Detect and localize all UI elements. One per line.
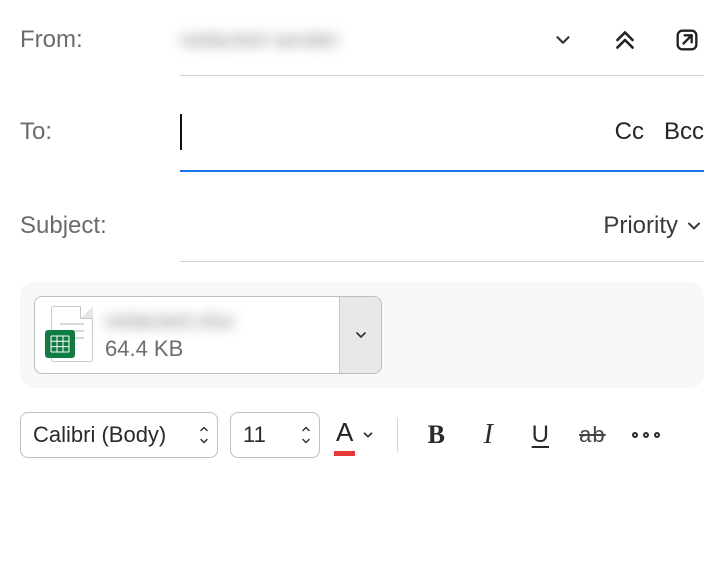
to-row: To: Cc Bcc: [0, 92, 724, 172]
attachment-chip[interactable]: redacted.xlsx 64.4 KB: [34, 296, 382, 374]
divider: [397, 418, 398, 452]
priority-label: Priority: [603, 212, 678, 240]
chevron-up-icon[interactable]: [197, 423, 211, 435]
cc-button[interactable]: Cc: [615, 118, 644, 146]
divider: [180, 170, 704, 172]
bcc-button[interactable]: Bcc: [664, 118, 704, 146]
chevron-down-icon[interactable]: [197, 435, 211, 447]
attachment-main[interactable]: redacted.xlsx 64.4 KB: [35, 297, 339, 373]
attachment-menu-button[interactable]: [339, 297, 381, 373]
dot-icon: [643, 432, 649, 438]
chevron-down-icon[interactable]: [361, 428, 375, 442]
italic-button[interactable]: I: [468, 415, 508, 455]
double-chevron-up-icon: [612, 27, 638, 53]
chevron-down-icon: [552, 29, 574, 51]
from-value: redacted sender: [180, 27, 546, 53]
from-label: From:: [20, 26, 180, 54]
formatting-toolbar: Calibri (Body) 11 A B I U ab: [0, 388, 724, 458]
attachment-size: 64.4 KB: [105, 336, 325, 362]
subject-field[interactable]: Priority: [180, 190, 704, 262]
to-label: To:: [20, 118, 180, 146]
more-formatting-button[interactable]: [624, 424, 668, 446]
underline-button[interactable]: U: [520, 415, 560, 455]
chevron-down-icon: [353, 327, 369, 343]
strikethrough-button[interactable]: ab: [572, 415, 612, 455]
chevron-down-icon[interactable]: [299, 435, 313, 447]
from-row: From: redacted sender: [0, 4, 724, 76]
to-field[interactable]: Cc Bcc: [180, 92, 704, 172]
from-dropdown[interactable]: [546, 23, 580, 57]
attachments-area: redacted.xlsx 64.4 KB: [20, 282, 704, 388]
subject-label: Subject:: [20, 212, 180, 240]
chevron-up-icon[interactable]: [299, 423, 313, 435]
text-cursor: [180, 114, 182, 150]
divider: [180, 75, 704, 76]
priority-dropdown[interactable]: Priority: [603, 212, 704, 240]
excel-file-icon: [45, 306, 93, 364]
font-size-select[interactable]: 11: [230, 412, 320, 458]
font-size-value: 11: [243, 422, 266, 448]
font-color-icon: A: [336, 417, 353, 454]
font-family-select[interactable]: Calibri (Body): [20, 412, 218, 458]
dot-icon: [654, 432, 660, 438]
divider: [180, 261, 704, 262]
font-family-value: Calibri (Body): [33, 422, 166, 448]
to-input[interactable]: [188, 112, 595, 152]
chevron-down-icon: [684, 216, 704, 236]
from-field: redacted sender: [180, 4, 704, 76]
dot-icon: [632, 432, 638, 438]
bold-button[interactable]: B: [416, 415, 456, 455]
popout-icon: [673, 26, 701, 54]
attachment-name: redacted.xlsx: [105, 308, 325, 332]
subject-row: Subject: Priority: [0, 190, 724, 262]
font-color-button[interactable]: A: [332, 412, 379, 458]
collapse-button[interactable]: [608, 23, 642, 57]
popout-button[interactable]: [670, 23, 704, 57]
